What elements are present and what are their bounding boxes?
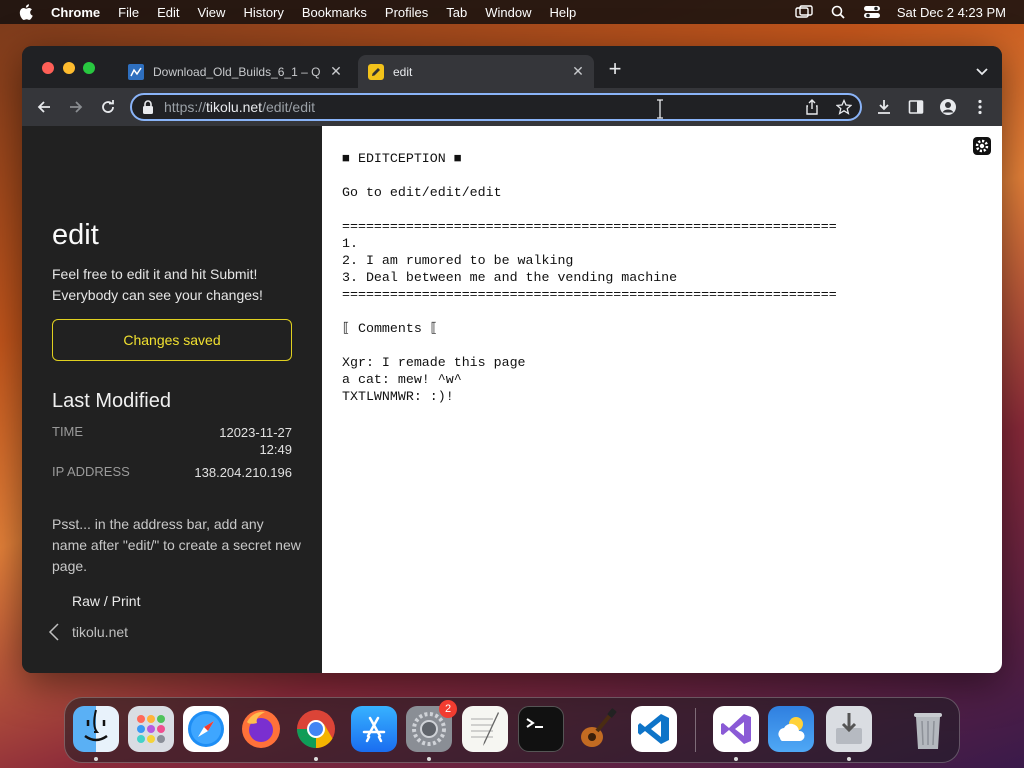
tab-title: edit <box>393 64 413 79</box>
menu-window[interactable]: Window <box>485 5 531 20</box>
url-scheme: https:// <box>164 99 207 115</box>
dock-separator <box>695 708 696 752</box>
time-clock: 12:49 <box>259 442 292 457</box>
url-path: /edit/edit <box>262 99 316 115</box>
launchpad-icon[interactable] <box>128 706 174 752</box>
secret-page-tip: Psst... in the address bar, add any name… <box>52 516 301 574</box>
visual-studio-icon[interactable] <box>713 706 759 752</box>
running-indicator <box>847 757 851 761</box>
menu-bookmarks[interactable]: Bookmarks <box>302 5 367 20</box>
textedit-icon[interactable] <box>462 706 508 752</box>
firefox-icon[interactable] <box>238 706 284 752</box>
sidebar: edit Feel free to edit it and hit Submit… <box>22 126 322 673</box>
intro-text: Feel free to edit it and hit Submit! Eve… <box>52 266 263 303</box>
menu-app-name[interactable]: Chrome <box>51 5 100 20</box>
time-date: 12023-11-27 <box>219 425 292 440</box>
spotlight-search-icon[interactable] <box>829 5 847 19</box>
editor-textarea[interactable]: ■ EDITCEPTION ■ Go to edit/edit/edit ===… <box>342 150 962 405</box>
share-icon[interactable] <box>804 99 820 115</box>
app-store-icon[interactable] <box>351 706 397 752</box>
bookmark-star-icon[interactable] <box>836 99 852 115</box>
spreadsheet-icon <box>128 63 144 80</box>
back-arrow-icon[interactable] <box>34 97 54 117</box>
safari-icon[interactable] <box>183 706 229 752</box>
home-link-label: tikolu.net <box>72 624 129 640</box>
menu-bar-clock[interactable]: Sat Dec 2 4:23 PM <box>897 5 1006 20</box>
tab-strip: Download_Old_Builds_6_1 – Q ✕ edit ✕ + <box>22 46 1002 88</box>
changes-saved-button[interactable]: Changes saved <box>52 319 292 361</box>
control-center-icon[interactable] <box>863 5 881 19</box>
last-modified-heading: Last Modified <box>52 390 171 412</box>
editor-pane[interactable]: ■ EDITCEPTION ■ Go to edit/edit/edit ===… <box>322 126 1002 673</box>
kebab-menu-icon[interactable] <box>970 97 990 117</box>
tab-search-chevron-icon[interactable] <box>976 64 988 76</box>
vscode-icon[interactable] <box>631 706 677 752</box>
tab-title: Download_Old_Builds_6_1 – Q <box>153 64 321 79</box>
settings-gear-icon[interactable] <box>972 136 992 156</box>
chevron-left-icon <box>48 623 60 641</box>
tab-edit[interactable]: edit ✕ <box>358 55 594 88</box>
side-panel-icon[interactable] <box>906 97 926 117</box>
menu-edit[interactable]: Edit <box>157 5 179 20</box>
system-settings-icon[interactable]: 2 <box>406 700 457 752</box>
finder-icon[interactable] <box>73 706 119 752</box>
running-indicator <box>427 757 431 761</box>
url-text[interactable]: https://tikolu.net/edit/edit <box>164 99 804 115</box>
page-title: edit <box>52 219 99 251</box>
terminal-icon[interactable] <box>518 706 564 752</box>
browser-toolbar: https://tikolu.net/edit/edit <box>22 88 1002 126</box>
screen-mirroring-icon[interactable] <box>795 5 813 19</box>
close-tab-icon[interactable]: ✕ <box>570 63 586 80</box>
tab-download-old-builds[interactable]: Download_Old_Builds_6_1 – Q ✕ <box>118 55 352 88</box>
page-content: edit Feel free to edit it and hit Submit… <box>22 126 1002 673</box>
download-icon[interactable] <box>874 97 894 117</box>
pencil-icon <box>368 63 384 80</box>
reload-icon[interactable] <box>98 97 118 117</box>
close-tab-icon[interactable]: ✕ <box>328 63 344 80</box>
menu-bar: Chrome File Edit View History Bookmarks … <box>0 0 1024 24</box>
close-window-button[interactable] <box>42 62 54 74</box>
time-label: TIME <box>52 424 84 439</box>
notification-badge: 2 <box>439 700 457 718</box>
browser-window: Download_Old_Builds_6_1 – Q ✕ edit ✕ + h… <box>22 46 1002 673</box>
menu-history[interactable]: History <box>243 5 283 20</box>
weather-icon[interactable] <box>768 706 814 752</box>
time-value: 12023-11-27 12:49 <box>172 424 292 458</box>
menu-tab[interactable]: Tab <box>446 5 467 20</box>
running-indicator <box>314 757 318 761</box>
apple-icon[interactable] <box>19 4 33 20</box>
profile-avatar-icon[interactable] <box>938 97 958 117</box>
chrome-icon[interactable] <box>293 706 339 752</box>
menu-file[interactable]: File <box>118 5 139 20</box>
running-indicator <box>94 757 98 761</box>
garageband-icon[interactable] <box>573 706 619 752</box>
back-to-home-link[interactable]: tikolu.net <box>48 623 128 641</box>
address-bar[interactable]: https://tikolu.net/edit/edit <box>130 93 862 121</box>
url-host: tikolu.net <box>206 99 263 115</box>
forward-arrow-icon[interactable] <box>66 97 86 117</box>
fullscreen-window-button[interactable] <box>83 62 95 74</box>
running-indicator <box>734 757 738 761</box>
trash-icon[interactable] <box>905 706 951 752</box>
ip-label: IP ADDRESS <box>52 464 130 479</box>
menu-help[interactable]: Help <box>550 5 577 20</box>
new-tab-button[interactable]: + <box>607 58 623 80</box>
minimize-window-button[interactable] <box>63 62 75 74</box>
text-cursor-icon <box>656 99 664 119</box>
menu-profiles[interactable]: Profiles <box>385 5 428 20</box>
raw-print-link[interactable]: Raw / Print <box>72 593 140 609</box>
menu-view[interactable]: View <box>197 5 225 20</box>
installer-icon[interactable] <box>826 706 872 752</box>
ip-value: 138.204.210.196 <box>194 465 292 480</box>
lock-icon[interactable] <box>142 100 154 114</box>
dock: 2 <box>64 697 960 763</box>
